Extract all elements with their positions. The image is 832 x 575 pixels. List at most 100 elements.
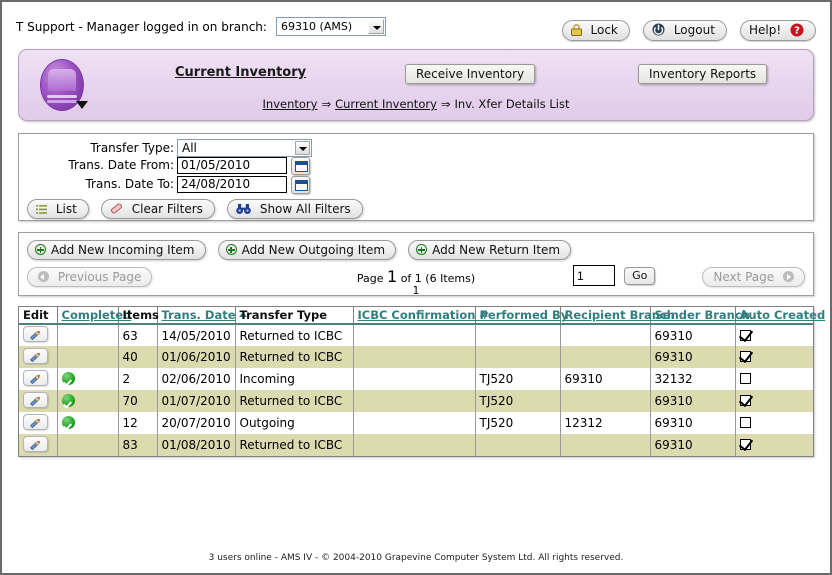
- column-header-performed-by[interactable]: Performed By: [475, 307, 560, 324]
- pagination-row: Previous Page Page 1 of 1 (6 Items) 1 Go…: [19, 265, 813, 293]
- cell-recipient-branch: 12312: [560, 412, 650, 434]
- column-header-sender-branch[interactable]: Sender Branch: [650, 307, 735, 324]
- add-new-incoming-item-button[interactable]: Add New Incoming Item: [27, 240, 206, 260]
- transfer-type-select[interactable]: All: [177, 139, 312, 157]
- cell-trans-date: 20/07/2010: [157, 412, 235, 434]
- column-header-icbc-confirmation[interactable]: ICBC Confirmation #: [353, 307, 475, 324]
- next-page-label: Next Page: [713, 270, 774, 284]
- cell-auto-created: [735, 412, 813, 434]
- auto-created-checkbox: [740, 373, 751, 384]
- goto-page-group: Go: [573, 265, 655, 286]
- column-header-completed[interactable]: Completed: [57, 307, 118, 324]
- show-all-filters-button[interactable]: Show All Filters: [227, 199, 363, 219]
- cell-items: 63: [118, 324, 157, 346]
- add-button-group: Add New Incoming Item Add New Outgoing I…: [27, 239, 578, 260]
- column-header-label: Edit: [23, 308, 49, 322]
- cell-items: 70: [118, 390, 157, 412]
- column-header-label: Items: [123, 308, 159, 322]
- column-header-auto-created[interactable]: Auto Created: [735, 307, 813, 324]
- column-header-recipient-branch[interactable]: Recipient Branch: [560, 307, 650, 324]
- footer-text: 3 users online - AMS IV - © 2004-2010 Gr…: [2, 553, 830, 563]
- clear-filters-button[interactable]: Clear Filters: [101, 199, 215, 219]
- cell-performed-by: [475, 346, 560, 368]
- cell-sender-branch: 69310: [650, 346, 735, 368]
- calendar-to-button[interactable]: [291, 176, 310, 194]
- edit-row-button[interactable]: [23, 370, 48, 386]
- question-mark-icon: ?: [790, 23, 804, 43]
- cell-items: 83: [118, 434, 157, 456]
- edit-row-button[interactable]: [23, 436, 48, 452]
- date-from-input[interactable]: 01/05/2010: [177, 157, 287, 174]
- calendar-from-button[interactable]: [291, 157, 310, 175]
- filter-panel: Transfer Type: All Trans. Date From: 01/…: [18, 133, 814, 221]
- add-new-return-item-button[interactable]: Add New Return Item: [408, 240, 571, 260]
- cell-trans-date: 01/07/2010: [157, 390, 235, 412]
- edit-row-button[interactable]: [23, 348, 48, 364]
- column-header-label: ICBC Confirmation #: [358, 308, 490, 322]
- column-header-label: Performed By: [480, 308, 569, 322]
- branch-select[interactable]: 69310 (AMS): [276, 17, 386, 36]
- module-banner: Current Inventory Receive Inventory Inve…: [18, 49, 814, 121]
- power-icon: [652, 23, 665, 42]
- date-to-label: Trans. Date To:: [14, 177, 174, 191]
- session-text: T Support - Manager logged in on branch:: [16, 20, 267, 34]
- plus-circle-icon: [416, 244, 427, 255]
- application-window: T Support - Manager logged in on branch:…: [0, 0, 832, 575]
- add-new-outgoing-item-button[interactable]: Add New Outgoing Item: [218, 240, 396, 260]
- auto-created-checkbox: [740, 417, 751, 428]
- help-button[interactable]: Help! ?: [740, 20, 816, 41]
- list-button[interactable]: List: [27, 199, 89, 219]
- edit-row-button[interactable]: [23, 414, 48, 430]
- cell-completed: [57, 324, 118, 346]
- logout-button[interactable]: Logout: [643, 20, 727, 41]
- table-body: 6314/05/2010Returned to ICBC693104001/06…: [19, 324, 813, 456]
- table-row: 6314/05/2010Returned to ICBC69310: [19, 324, 813, 346]
- receive-inventory-button[interactable]: Receive Inventory: [405, 64, 535, 84]
- date-from-label: Trans. Date From:: [14, 158, 174, 172]
- cell-performed-by: TJ520: [475, 368, 560, 390]
- table-header-row: EditCompletedItemsTrans. DateTransfer Ty…: [19, 307, 813, 324]
- lock-button[interactable]: Lock: [562, 20, 630, 41]
- column-header-trans-date[interactable]: Trans. Date: [157, 307, 235, 324]
- inventory-reports-button[interactable]: Inventory Reports: [638, 64, 767, 84]
- date-to-input[interactable]: 24/08/2010: [177, 176, 287, 193]
- page-title: Current Inventory: [175, 65, 306, 80]
- table-row: 8301/08/2010Returned to ICBC69310: [19, 434, 813, 456]
- cell-recipient-branch: [560, 434, 650, 456]
- cell-completed: [57, 434, 118, 456]
- plus-circle-icon: [226, 244, 237, 255]
- edit-row-button[interactable]: [23, 326, 48, 342]
- inventory-transfer-table-container: EditCompletedItemsTrans. DateTransfer Ty…: [18, 306, 814, 457]
- plus-circle-icon: [35, 244, 46, 255]
- chevron-down-icon: [295, 141, 310, 155]
- cell-trans-date: 01/06/2010: [157, 346, 235, 368]
- auto-created-checkbox: [740, 351, 751, 362]
- pencil-icon: [29, 439, 42, 451]
- breadcrumb-item-current-inventory[interactable]: Current Inventory: [335, 97, 437, 111]
- auto-created-checkbox: [740, 395, 751, 406]
- table-row: 1220/07/2010OutgoingTJ5201231269310: [19, 412, 813, 434]
- page-link-1[interactable]: 1: [413, 285, 420, 297]
- cell-sender-branch: 32132: [650, 368, 735, 390]
- next-page-button[interactable]: Next Page: [702, 267, 805, 287]
- cell-edit: [19, 412, 57, 434]
- column-header-label: Completed: [62, 308, 132, 322]
- breadcrumb-item-inventory[interactable]: Inventory: [263, 97, 318, 111]
- edit-row-button[interactable]: [23, 392, 48, 408]
- cell-edit: [19, 368, 57, 390]
- page-number-links: 1: [19, 285, 813, 297]
- svg-text:?: ?: [794, 26, 800, 37]
- cell-icbc-confirmation: [353, 324, 475, 346]
- cell-auto-created: [735, 346, 813, 368]
- auto-created-checkbox: [740, 330, 751, 341]
- go-button[interactable]: Go: [624, 267, 655, 285]
- breadcrumb: Inventory⇒Current Inventory⇒Inv. Xfer De…: [19, 97, 813, 111]
- page-info: Page 1 of 1 (6 Items) 1: [19, 267, 813, 297]
- cell-auto-created: [735, 324, 813, 346]
- completed-check-icon: [62, 394, 75, 407]
- eraser-icon: [110, 202, 123, 220]
- breadcrumb-separator-1: ⇒: [321, 97, 331, 111]
- goto-page-input[interactable]: [573, 265, 615, 286]
- cell-auto-created: [735, 368, 813, 390]
- cell-auto-created: [735, 390, 813, 412]
